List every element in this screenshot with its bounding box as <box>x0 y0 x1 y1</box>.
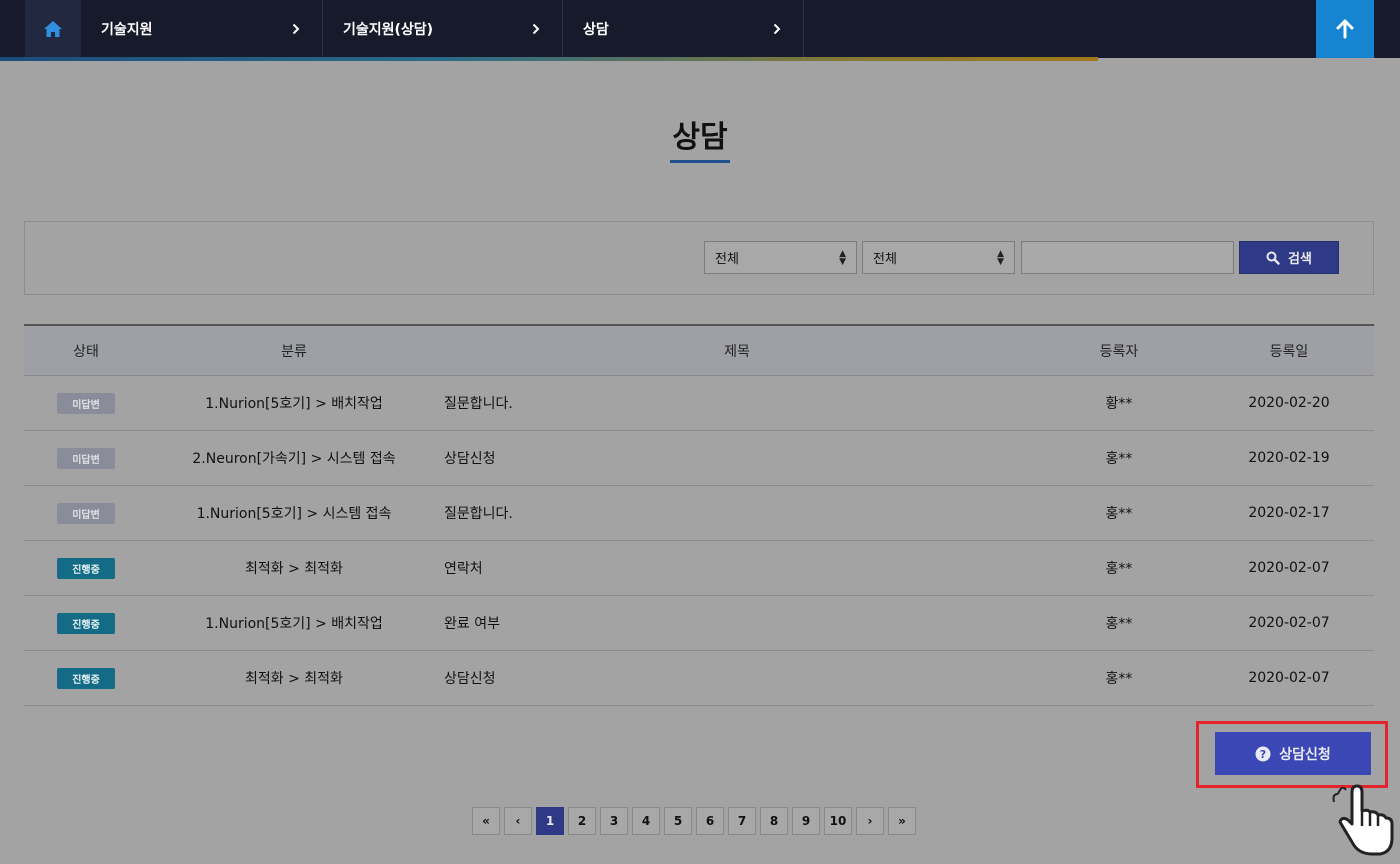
status-badge: 진행중 <box>57 667 115 689</box>
breadcrumb-item-1[interactable]: 기술지원 <box>81 0 323 57</box>
chevron-right-icon <box>288 23 304 35</box>
page-number-button[interactable]: 5 <box>664 807 692 835</box>
category-cell: 최적화 > 최적화 <box>245 561 343 577</box>
page-number-button[interactable]: 7 <box>728 807 756 835</box>
title-underline <box>670 160 730 163</box>
breadcrumb-label: 기술지원 <box>101 21 153 38</box>
category-cell: 1.Nurion[5호기] > 배치작업 <box>205 396 383 412</box>
field-select-value: 전체 <box>873 252 897 267</box>
search-icon <box>1266 251 1280 265</box>
home-icon <box>44 20 62 37</box>
field-select[interactable]: 전체 ▲ ▼ <box>862 241 1015 274</box>
date-cell: 2020-02-07 <box>1248 615 1330 631</box>
page-number-button[interactable]: 4 <box>632 807 660 835</box>
pointing-hand-icon <box>1332 784 1394 856</box>
table-row[interactable]: 미답변 2.Neuron[가속기] > 시스템 접속 상담신청 홍** 2020-02-… <box>24 431 1374 486</box>
consult-table: 상태 분류 제목 등록자 등록일 미답변 1.Nurion[5호기] > 배치작업… <box>24 324 1374 706</box>
author-cell: 황** <box>1105 396 1133 412</box>
arrow-up-icon <box>1336 19 1354 39</box>
table-row[interactable]: 진행중 최적화 > 최적화 연락처 홍** 2020-02-07 <box>24 541 1374 596</box>
date-cell: 2020-02-19 <box>1248 450 1330 466</box>
status-cell: 진행중 <box>24 557 148 579</box>
date-cell: 2020-02-17 <box>1248 505 1330 521</box>
table-row[interactable]: 미답변 1.Nurion[5호기] > 시스템 접속 질문합니다. 홍** 2020-0… <box>24 486 1374 541</box>
status-badge: 진행중 <box>57 612 115 634</box>
status-badge: 미답변 <box>57 502 115 524</box>
date-cell: 2020-02-07 <box>1248 560 1330 576</box>
table-row[interactable]: 진행중 최적화 > 최적화 상담신청 홍** 2020-02-07 <box>24 651 1374 706</box>
status-cell: 진행중 <box>24 667 148 689</box>
search-button-label: 검색 <box>1288 252 1312 267</box>
author-cell: 홍** <box>1105 616 1133 632</box>
category-cell: 1.Nurion[5호기] > 시스템 접속 <box>196 506 392 522</box>
author-cell: 홍** <box>1105 451 1133 467</box>
page-number-button[interactable]: 1 <box>536 807 564 835</box>
breadcrumb-label: 상담 <box>583 21 609 38</box>
select-arrows-icon: ▲ ▼ <box>839 249 846 267</box>
table-row[interactable]: 미답변 1.Nurion[5호기] > 배치작업 질문합니다. 황** 2020-02-… <box>24 376 1374 431</box>
page-number-button[interactable]: 8 <box>760 807 788 835</box>
breadcrumb-item-2[interactable]: 기술지원(상담) <box>323 0 563 57</box>
header-author: 등록자 <box>1099 343 1139 360</box>
title-link[interactable]: 연락처 <box>440 558 1034 578</box>
category-cell: 2.Neuron[가속기] > 시스템 접속 <box>192 451 396 467</box>
home-button[interactable] <box>25 0 81 57</box>
title-link[interactable]: 완료 여부 <box>440 613 1034 633</box>
chevron-right-icon <box>528 23 544 35</box>
page-number-button[interactable]: 10 <box>824 807 852 835</box>
header-status: 상태 <box>73 343 99 360</box>
page-number-button[interactable]: 6 <box>696 807 724 835</box>
pagination: « ‹ 1 2 3 4 5 6 7 8 9 10 › » <box>472 807 916 835</box>
category-cell: 1.Nurion[5호기] > 배치작업 <box>205 616 383 632</box>
title-link[interactable]: 질문합니다. <box>440 393 1034 413</box>
chevron-right-icon <box>769 23 785 35</box>
author-cell: 홍** <box>1105 561 1133 577</box>
page-first-button[interactable]: « <box>472 807 500 835</box>
author-cell: 홍** <box>1105 506 1133 522</box>
breadcrumb-item-3[interactable]: 상담 <box>563 0 804 57</box>
status-cell: 미답변 <box>24 502 148 524</box>
status-cell: 미답변 <box>24 447 148 469</box>
date-cell: 2020-02-07 <box>1248 670 1330 686</box>
svg-text:?: ? <box>1260 748 1266 761</box>
breadcrumb-label: 기술지원(상담) <box>343 21 434 38</box>
page-number-button[interactable]: 9 <box>792 807 820 835</box>
author-cell: 홍** <box>1105 671 1133 687</box>
page-next-button[interactable]: › <box>856 807 884 835</box>
page-number-button[interactable]: 2 <box>568 807 596 835</box>
table-row[interactable]: 진행중 1.Nurion[5호기] > 배치작업 완료 여부 홍** 2020-02-0… <box>24 596 1374 651</box>
consult-apply-label: 상담신청 <box>1279 746 1331 763</box>
header-date: 등록일 <box>1269 343 1309 360</box>
header-title: 제목 <box>724 343 750 360</box>
category-select[interactable]: 전체 ▲ ▼ <box>704 241 857 274</box>
scroll-top-button[interactable] <box>1316 0 1374 58</box>
page-title: 상담 <box>672 120 728 155</box>
status-badge: 미답변 <box>57 447 115 469</box>
status-badge: 미답변 <box>57 392 115 414</box>
title-link[interactable]: 상담신청 <box>440 448 1034 468</box>
search-input[interactable] <box>1021 241 1234 274</box>
question-circle-icon: ? <box>1255 746 1271 761</box>
title-link[interactable]: 상담신청 <box>440 668 1034 688</box>
title-link[interactable]: 질문합니다. <box>440 503 1034 523</box>
page-last-button[interactable]: » <box>888 807 916 835</box>
status-cell: 미답변 <box>24 392 148 414</box>
page-prev-button[interactable]: ‹ <box>504 807 532 835</box>
select-arrows-icon: ▲ ▼ <box>997 249 1004 267</box>
consult-apply-button[interactable]: ? 상담신청 <box>1215 732 1371 775</box>
page-number-button[interactable]: 3 <box>600 807 628 835</box>
status-cell: 진행중 <box>24 612 148 634</box>
table-header: 상태 분류 제목 등록자 등록일 <box>24 324 1374 376</box>
date-cell: 2020-02-20 <box>1248 395 1330 411</box>
header-category: 분류 <box>281 343 307 360</box>
search-button[interactable]: 검색 <box>1239 241 1339 274</box>
status-badge: 진행중 <box>57 557 115 579</box>
top-nav-bar: 기술지원 기술지원(상담) 상담 <box>0 0 1400 61</box>
category-select-value: 전체 <box>715 252 739 267</box>
topbar-accent-line <box>0 57 1098 61</box>
category-cell: 최적화 > 최적화 <box>245 671 343 687</box>
